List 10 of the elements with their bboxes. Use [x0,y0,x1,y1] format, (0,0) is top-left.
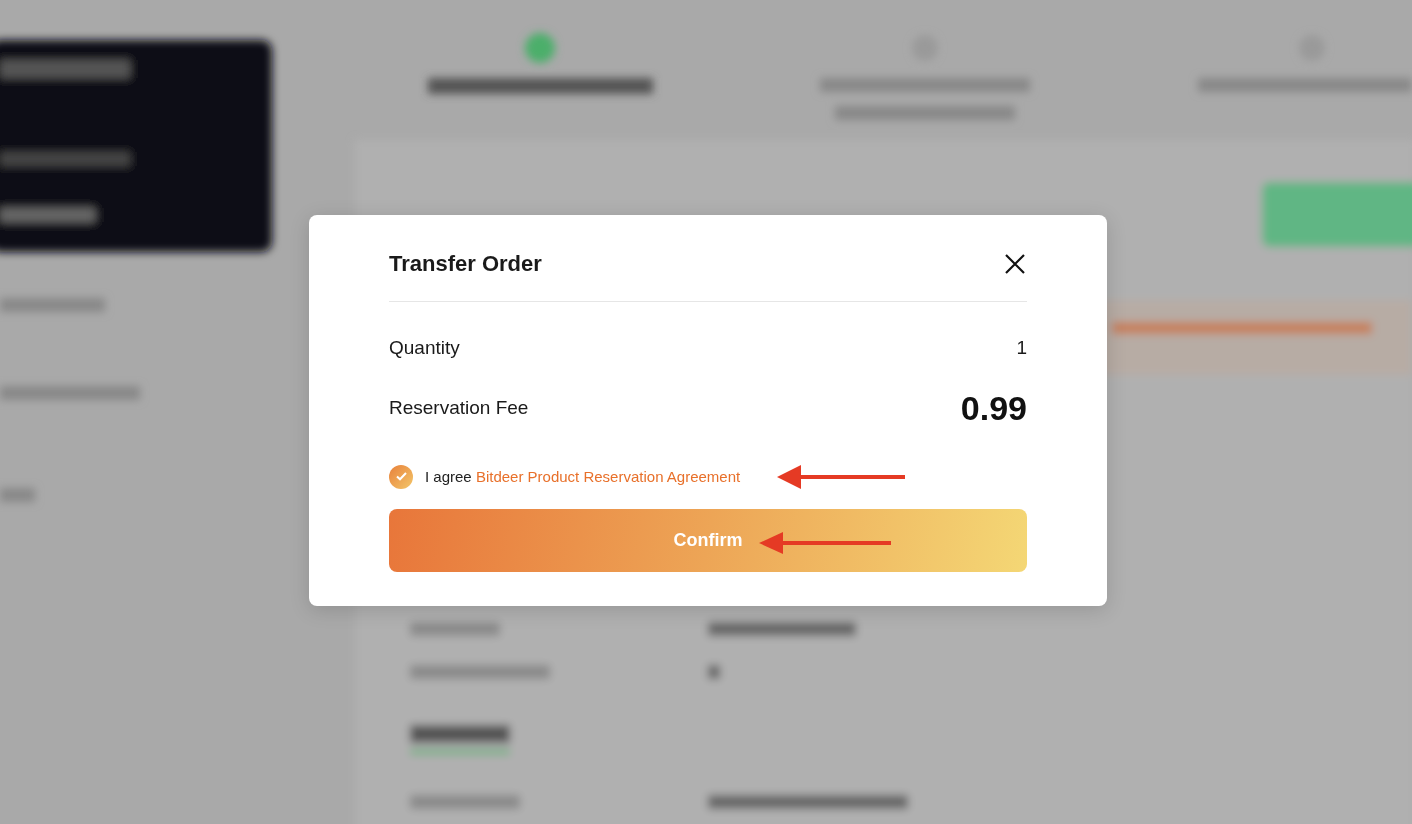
agreement-link[interactable]: Bitdeer Product Reservation Agreement [475,467,741,485]
agreement-text: I agree Bitdeer Product Reservation Agreement [425,466,741,487]
row-value: 0.99 [960,390,1027,425]
dialog-title: Transfer Order [389,251,542,278]
check-icon [395,472,407,482]
confirm-button[interactable]: Confirm [389,508,1027,572]
row-value: 1 [1016,336,1027,361]
agree-checkbox[interactable] [389,464,413,489]
row-label: Quantity [389,336,460,361]
row-label: Reservation Fee [389,395,529,420]
